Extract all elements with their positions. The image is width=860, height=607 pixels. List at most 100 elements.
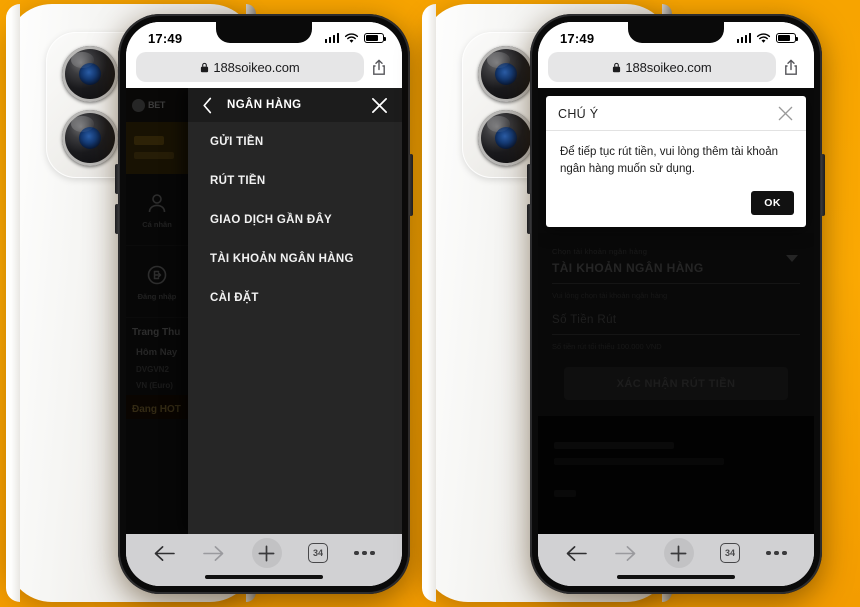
back-button[interactable] bbox=[153, 544, 176, 563]
promo-line-2 bbox=[134, 152, 174, 159]
withdraw-amount-note: Số tiền rút tối thiểu 100.000 VND bbox=[552, 342, 662, 352]
share-icon[interactable] bbox=[778, 59, 804, 76]
promo-line-1 bbox=[134, 136, 164, 145]
address-field[interactable]: 188soikeo.com bbox=[548, 52, 776, 82]
page-footer-area bbox=[538, 416, 814, 534]
url-text: 188soikeo.com bbox=[625, 59, 712, 75]
back-button[interactable] bbox=[565, 544, 588, 563]
lock-icon bbox=[201, 62, 209, 72]
browser-toolbar: 34 bbox=[538, 534, 814, 586]
footer-line-1 bbox=[554, 442, 674, 450]
url-bar: 188soikeo.com bbox=[538, 52, 814, 88]
close-icon[interactable] bbox=[371, 97, 388, 114]
page-body: BET Cá nhân Đăng nhập Trang Thu Hôm Nay … bbox=[126, 88, 402, 534]
rail-section-title: Trang Thu bbox=[132, 327, 181, 338]
camera-lens-top bbox=[62, 46, 118, 102]
forward-button[interactable] bbox=[614, 544, 637, 563]
battery-icon bbox=[776, 33, 798, 43]
menu-item-deposit[interactable]: GỬI TIỀN bbox=[188, 122, 402, 161]
rail-hot-section: Đang HOT bbox=[126, 395, 188, 419]
rail-item-account: Cá nhân bbox=[126, 174, 188, 246]
cellular-signal-icon bbox=[324, 33, 339, 43]
cellular-signal-icon bbox=[736, 33, 751, 43]
withdraw-amount-placeholder: Số Tiền Rút bbox=[552, 314, 617, 327]
chevron-left-icon[interactable] bbox=[202, 97, 213, 114]
power-button[interactable] bbox=[821, 154, 825, 216]
rail-item-account-label: Cá nhân bbox=[142, 219, 172, 229]
menu-item-settings[interactable]: CÀI ĐẶT bbox=[188, 278, 402, 317]
new-tab-button[interactable] bbox=[251, 538, 282, 568]
wifi-icon bbox=[756, 32, 771, 43]
address-field[interactable]: 188soikeo.com bbox=[136, 52, 364, 82]
withdraw-amount-input[interactable]: Số Tiền Rút bbox=[552, 300, 800, 336]
left-screen: 17:49 188soikeo.com BET Cá nhân Đăng nhậ… bbox=[126, 22, 402, 586]
dialog-header: CHÚ Ý bbox=[546, 96, 806, 131]
status-bar: 17:49 bbox=[538, 22, 814, 52]
site-logo: BET bbox=[126, 88, 188, 122]
caret-down-icon bbox=[786, 255, 798, 263]
status-time: 17:49 bbox=[148, 30, 183, 46]
status-time: 17:49 bbox=[560, 30, 595, 46]
volume-button[interactable] bbox=[115, 164, 119, 194]
dialog-title: CHÚ Ý bbox=[558, 106, 599, 121]
url-bar: 188soikeo.com bbox=[126, 52, 402, 88]
url-text: 188soikeo.com bbox=[213, 59, 300, 75]
plus-icon bbox=[258, 545, 275, 561]
battery-icon bbox=[364, 33, 386, 43]
dialog-ok-button[interactable]: OK bbox=[751, 191, 794, 216]
right-screen: 17:49 188soikeo.com Chọn tài khoản ngân … bbox=[538, 22, 814, 586]
wifi-icon bbox=[344, 32, 359, 43]
right-phone: 17:49 188soikeo.com Chọn tài khoản ngân … bbox=[527, 14, 825, 594]
footer-line-2 bbox=[554, 458, 724, 466]
menu-item-recent-transactions[interactable]: GIAO DỊCH GẦN ĐÂY bbox=[188, 200, 402, 239]
home-indicator bbox=[617, 574, 735, 579]
logo-mark bbox=[132, 98, 145, 112]
notch bbox=[628, 22, 724, 43]
rail-row-today: Hôm Nay bbox=[136, 347, 178, 358]
close-icon[interactable] bbox=[777, 105, 794, 122]
user-icon bbox=[148, 193, 166, 212]
left-phone: 17:49 188soikeo.com BET Cá nhân Đăng nhậ… bbox=[115, 14, 413, 594]
bank-account-value: TÀI KHOẢN NGÂN HÀNG bbox=[552, 261, 704, 276]
camera-lens-top bbox=[478, 46, 534, 102]
volume-down-button[interactable] bbox=[527, 204, 531, 234]
rail-row-vneuro: VN (Euro) bbox=[136, 381, 173, 390]
power-button[interactable] bbox=[409, 154, 413, 216]
menu-item-bank-account[interactable]: TÀI KHOẢN NGÂN HÀNG bbox=[188, 239, 402, 278]
rail-item-login: Đăng nhập bbox=[126, 246, 188, 318]
bank-account-hint: Chọn tài khoản ngân hàng bbox=[552, 247, 648, 257]
login-icon bbox=[147, 265, 167, 284]
bank-account-note: Vui lòng chọn tài khoản ngân hàng bbox=[552, 291, 668, 301]
status-icons bbox=[736, 32, 798, 44]
volume-down-button[interactable] bbox=[115, 204, 119, 234]
rail-item-login-label: Đăng nhập bbox=[137, 291, 177, 301]
logo-text: BET bbox=[148, 100, 166, 110]
status-icons bbox=[324, 32, 386, 44]
screenshot-stage: 17:49 188soikeo.com BET Cá nhân Đăng nhậ… bbox=[0, 0, 860, 607]
background-rail: BET Cá nhân Đăng nhập Trang Thu Hôm Nay … bbox=[126, 88, 188, 534]
volume-button[interactable] bbox=[527, 164, 531, 194]
promo-banner bbox=[126, 122, 188, 174]
more-menu-button[interactable] bbox=[354, 550, 375, 556]
phone-edge-gloss bbox=[422, 4, 436, 602]
dialog-footer: OK bbox=[546, 183, 806, 227]
camera-lens-bottom bbox=[62, 110, 118, 166]
alert-dialog: CHÚ Ý Để tiếp tục rút tiền, vui lòng thê… bbox=[546, 96, 806, 228]
new-tab-button[interactable] bbox=[663, 538, 694, 568]
phone-edge-gloss bbox=[6, 4, 20, 602]
menu-item-withdraw[interactable]: RÚT TIỀN bbox=[188, 161, 402, 200]
tab-count-button[interactable]: 34 bbox=[308, 543, 329, 563]
tab-count-button[interactable]: 34 bbox=[720, 543, 741, 563]
notch bbox=[216, 22, 312, 43]
share-icon[interactable] bbox=[366, 59, 392, 76]
page-body: Chọn tài khoản ngân hàng TÀI KHOẢN NGÂN … bbox=[538, 88, 814, 534]
home-indicator bbox=[205, 574, 323, 579]
bank-account-select[interactable]: Chọn tài khoản ngân hàng TÀI KHOẢN NGÂN … bbox=[552, 233, 800, 285]
forward-button[interactable] bbox=[202, 544, 225, 563]
camera-lens-bottom bbox=[478, 110, 534, 166]
status-bar: 17:49 bbox=[126, 22, 402, 52]
more-menu-button[interactable] bbox=[766, 550, 787, 556]
plus-icon bbox=[670, 545, 687, 561]
submit-withdraw-button[interactable]: XÁC NHẬN RÚT TIỀN bbox=[564, 367, 788, 401]
bank-side-menu: NGÂN HÀNG GỬI TIỀN RÚT TIỀN GIAO DỊCH GẦ… bbox=[188, 88, 402, 534]
